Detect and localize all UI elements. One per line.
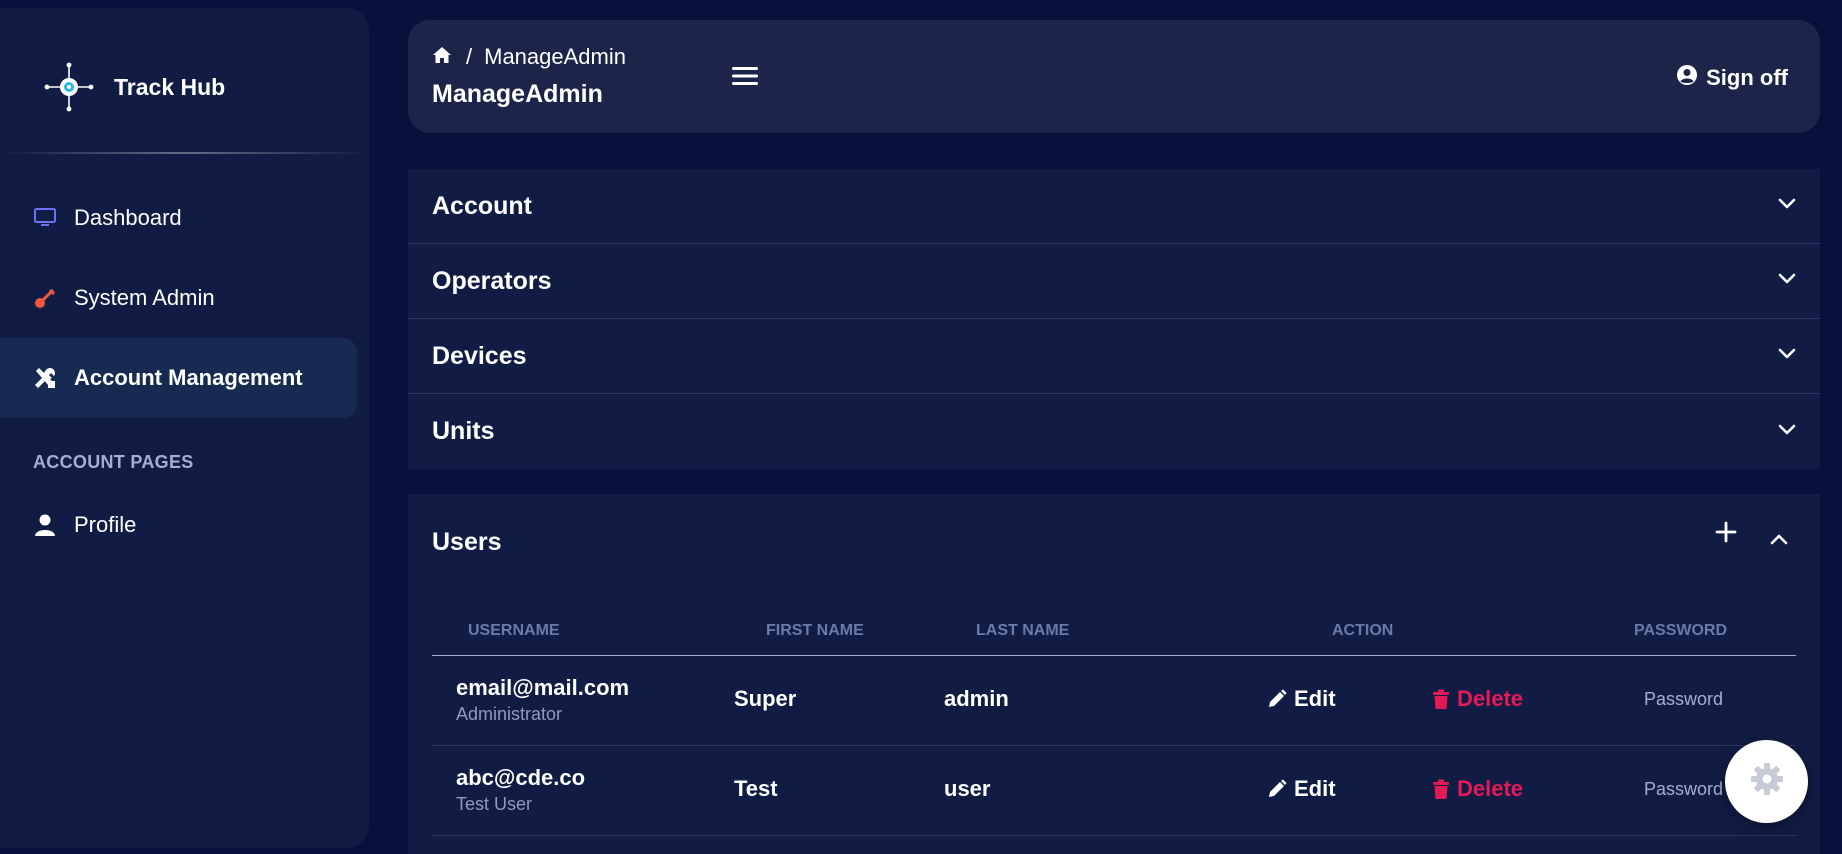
accordion-title: Devices [432, 341, 527, 370]
password-link[interactable]: Password [1644, 689, 1723, 710]
sidebar-item-account-management[interactable]: Account Management [0, 338, 357, 418]
username-cell: abc@cde.co [456, 765, 586, 790]
chevron-up-icon[interactable] [1770, 532, 1788, 550]
sign-off-label: Sign off [1706, 65, 1788, 90]
sidebar-item-label: Dashboard [74, 205, 182, 230]
edit-label: Edit [1294, 686, 1336, 711]
last-name-cell: admin [944, 686, 1009, 711]
accordion-operators[interactable]: Operators [408, 244, 1820, 319]
accordion-title: Account [432, 191, 532, 220]
accordion-group: Account Operators Devices Units [408, 169, 1820, 469]
pencil-icon [1269, 689, 1287, 707]
logo-icon [44, 62, 94, 112]
chevron-down-icon [1778, 272, 1796, 290]
column-header-username: USERNAME [468, 622, 560, 639]
settings-button[interactable] [1725, 740, 1808, 823]
table-row: email@mail.com Administrator Super admin… [432, 656, 1796, 746]
person-icon [32, 512, 58, 538]
accordion-devices[interactable]: Devices [408, 319, 1820, 394]
sidebar-item-label: Account Management [74, 365, 303, 390]
plus-icon[interactable] [1714, 520, 1738, 549]
column-header-first-name: FIRST NAME [766, 622, 864, 639]
chevron-down-icon [1778, 347, 1796, 365]
user-role: Test User [456, 794, 533, 814]
breadcrumb-separator: / [466, 44, 473, 69]
monitor-icon [32, 205, 58, 231]
chevron-down-icon [1778, 423, 1796, 441]
user-circle-icon [1676, 64, 1706, 92]
brand-name: Track Hub [114, 73, 226, 100]
page-title: ManageAdmin [432, 80, 603, 108]
first-name-cell: Super [734, 686, 797, 711]
column-header-action: ACTION [1332, 622, 1394, 639]
sidebar-divider [0, 152, 369, 154]
users-panel: Users USERNAME FIRST NAME LAST NAME ACTI… [408, 494, 1820, 854]
trash-icon [1433, 779, 1449, 799]
delete-button[interactable]: Delete [1432, 776, 1523, 802]
sidebar-item-label: Profile [74, 512, 137, 537]
breadcrumb-current: ManageAdmin [484, 44, 626, 69]
edit-button[interactable]: Edit [1267, 686, 1336, 712]
key-icon [32, 285, 58, 311]
table-header: USERNAME FIRST NAME LAST NAME ACTION PAS… [432, 606, 1796, 656]
user-role: Administrator [456, 704, 563, 724]
trash-icon [1433, 689, 1449, 709]
username-cell: email@mail.com [456, 675, 630, 700]
edit-label: Edit [1294, 776, 1336, 801]
users-table: USERNAME FIRST NAME LAST NAME ACTION PAS… [432, 606, 1796, 836]
users-title: Users [432, 528, 502, 556]
accordion-units[interactable]: Units [408, 394, 1820, 469]
column-header-last-name: LAST NAME [976, 622, 1070, 639]
sidebar-item-profile[interactable]: Profile [0, 485, 357, 565]
breadcrumb: / ManageAdmin [432, 44, 626, 70]
edit-button[interactable]: Edit [1267, 776, 1336, 802]
tools-icon [32, 365, 58, 391]
sidebar-item-dashboard[interactable]: Dashboard [0, 178, 357, 258]
column-header-password: PASSWORD [1634, 622, 1728, 639]
sidebar-item-label: System Admin [74, 285, 215, 310]
last-name-cell: user [944, 776, 991, 801]
first-name-cell: Test [734, 776, 778, 801]
header-bar: / ManageAdmin ManageAdmin Sign off [408, 20, 1820, 133]
delete-label: Delete [1457, 776, 1524, 801]
section-heading-account-pages: ACCOUNT PAGES [33, 452, 194, 472]
delete-button[interactable]: Delete [1432, 686, 1523, 712]
table-row: abc@cde.co Test User Test user Edit Dele… [432, 746, 1796, 836]
pencil-icon [1269, 779, 1287, 797]
accordion-title: Operators [432, 266, 552, 295]
password-link[interactable]: Password [1644, 779, 1723, 800]
brand[interactable]: Track Hub [44, 62, 225, 112]
sign-off-button[interactable]: Sign off [1676, 64, 1788, 92]
delete-label: Delete [1457, 686, 1524, 711]
accordion-title: Units [432, 417, 495, 445]
sidebar: Track Hub Dashboard System Admin Account… [0, 8, 369, 848]
accordion-account[interactable]: Account [408, 169, 1820, 244]
hamburger-menu-icon[interactable] [730, 64, 760, 88]
gear-icon [1750, 762, 1784, 801]
home-icon[interactable] [432, 44, 452, 70]
chevron-down-icon [1778, 197, 1796, 215]
sidebar-item-system-admin[interactable]: System Admin [0, 258, 357, 338]
